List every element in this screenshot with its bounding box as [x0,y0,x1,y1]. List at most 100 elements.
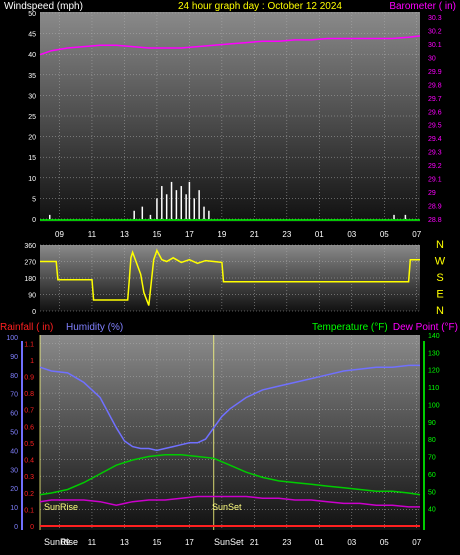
barometer-tick-label: 30 [428,55,436,62]
rain-tick-label: 1.1 [24,341,34,348]
barometer-tick-label: 29.3 [428,150,442,157]
direction-tick-label: 360 [24,243,36,250]
temperature-tick-label: 100 [428,402,440,409]
barometer-tick-label: 29.9 [428,69,442,76]
rain-x-tick-label: 17 [185,538,194,547]
barometer-tick-label: 30.1 [428,42,442,49]
barometer-title: Barometer ( in) [389,1,456,12]
wind-tick-label: 5 [32,196,36,203]
temperature-tick-label: 120 [428,368,440,375]
wind-x-tick-label: 07 [412,230,421,239]
barometer-tick-label: 28.8 [428,217,442,224]
rain-tick-label: 0.2 [24,491,34,498]
sunrise-axis-label: SunRise [44,537,78,547]
sunset-label: SunSet [212,502,242,512]
barometer-tick-label: 29.2 [428,163,442,170]
temperature-tick-label: 70 [428,455,436,462]
rain-tick-label: 0.8 [24,391,34,398]
rain-x-tick-label: 05 [380,538,389,547]
rain-tick-label: 1 [30,358,34,365]
humidity-tick-label: 40 [10,448,18,455]
wind-tick-label: 25 [28,114,36,121]
humidity-tick-label: 100 [6,335,18,342]
humidity-tick-label: 20 [10,486,18,493]
rain-tick-label: 0.9 [24,375,34,382]
barometer-tick-label: 29.4 [428,136,442,143]
rain-tick-label: 0.6 [24,424,34,431]
direction-tick-label: 0 [32,309,36,316]
wind-x-tick-label: 17 [185,230,194,239]
temperature-tick-label: 80 [428,437,436,444]
wind-x-tick-label: 15 [152,230,161,239]
wind-x-tick-label: 03 [347,230,356,239]
compass-label: N [436,305,444,317]
rain-x-tick-label: 23 [282,538,291,547]
temperature-tick-label: 50 [428,489,436,496]
barometer-tick-label: 29.7 [428,96,442,103]
wind-tick-label: 30 [28,93,36,100]
humidity-tick-label: 90 [10,354,18,361]
compass-label: S [436,272,443,284]
direction-tick-label: 90 [28,293,36,300]
rain-tick-label: 0.3 [24,474,34,481]
temperature-tick-label: 130 [428,350,440,357]
rain-tick-label: 0 [30,524,34,531]
humidity-tick-label: 50 [10,430,18,437]
wind-x-tick-label: 19 [217,230,226,239]
rain-tick-label: 0.5 [24,441,34,448]
compass-label: N [436,239,444,251]
wind-x-tick-label: 23 [282,230,291,239]
wind-tick-label: 0 [32,217,36,224]
humidity-tick-label: 0 [14,524,18,531]
rain-tick-label: 0.7 [24,408,34,415]
humidity-tick-label: 80 [10,373,18,380]
sunset-axis-label: SunSet [214,537,244,547]
rain-x-tick-label: 01 [315,538,324,547]
weather-graph: 0510152025303540455028.828.92929.129.229… [0,1,458,547]
rain-tick-label: 0.4 [24,458,34,465]
sunrise-label: SunRise [44,502,78,512]
rain-x-tick-label: 07 [412,538,421,547]
humidity-tick-label: 30 [10,467,18,474]
rain-x-tick-label: 03 [347,538,356,547]
barometer-tick-label: 29.1 [428,177,442,184]
wind-x-tick-label: 01 [315,230,324,239]
barometer-tick-label: 29 [428,190,436,197]
temperature-tick-label: 60 [428,472,436,479]
wind-tick-label: 40 [28,52,36,59]
windspeed-title: Windspeed (mph) [4,1,83,12]
wind-x-tick-label: 13 [120,230,129,239]
rain-x-tick-label: 21 [250,538,259,547]
temperature-tick-label: 140 [428,333,440,340]
temperature-tick-label: 40 [428,507,436,514]
compass-label: E [436,289,443,301]
period-title: 24 hour graph day : October 12 2024 [178,1,342,12]
wind-x-tick-label: 11 [88,230,97,239]
wind-tick-label: 45 [28,32,36,39]
wind-tick-label: 15 [28,155,36,162]
humidity-tick-label: 70 [10,392,18,399]
barometer-tick-label: 30.2 [428,28,442,35]
rain-x-tick-label: 11 [88,538,97,547]
compass-label: W [435,256,446,268]
rain-x-tick-label: 15 [152,538,161,547]
wind-x-tick-label: 09 [55,230,64,239]
barometer-tick-label: 29.5 [428,123,442,130]
wind-tick-label: 20 [28,135,36,142]
direction-tick-label: 180 [24,276,36,283]
rain-tick-label: 0.1 [24,507,34,514]
wind-x-tick-label: 21 [250,230,259,239]
barometer-tick-label: 30.3 [428,15,442,22]
wind-tick-label: 10 [28,176,36,183]
direction-tick-label: 270 [24,260,36,267]
rainfall-title: Rainfall ( in) [0,322,53,333]
barometer-tick-label: 28.9 [428,204,442,211]
wind-x-tick-label: 05 [380,230,389,239]
humidity-tick-label: 60 [10,411,18,418]
humidity-title: Humidity (%) [66,322,123,333]
temperature-title: Temperature (°F) [312,322,388,333]
humidity-tick-label: 10 [10,505,18,512]
temperature-tick-label: 110 [428,385,439,392]
wind-tick-label: 35 [28,73,36,80]
temperature-tick-label: 90 [428,420,436,427]
